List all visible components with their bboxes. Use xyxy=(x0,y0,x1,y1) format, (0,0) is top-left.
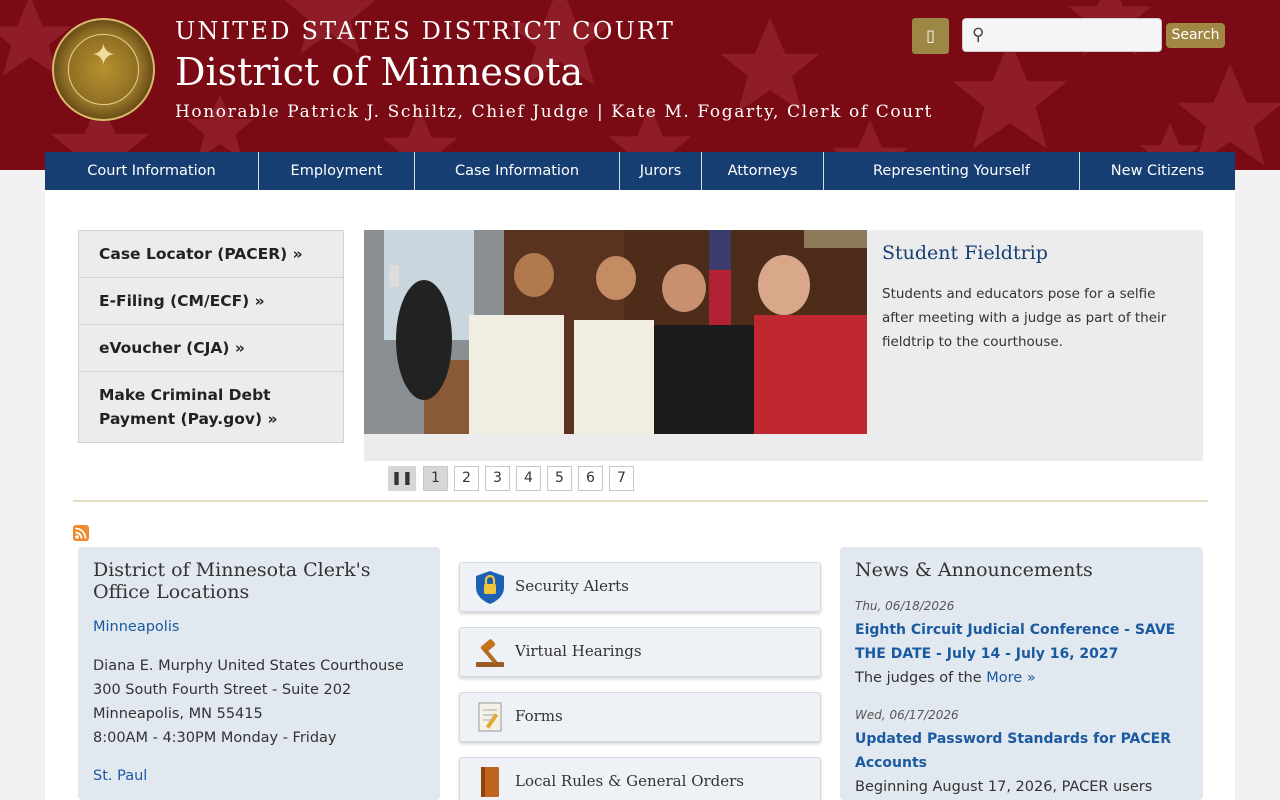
slide-pager: ❚❚ 1 2 3 4 5 6 7 xyxy=(388,466,640,491)
pause-icon[interactable]: ❚❚ xyxy=(388,466,416,491)
news-date: Wed, 06/17/2026 xyxy=(855,708,959,722)
tile-virtual-hearings[interactable]: Virtual Hearings xyxy=(459,627,821,677)
office-hours: 8:00AM - 4:30PM Monday - Friday xyxy=(93,730,337,746)
book-icon xyxy=(472,764,508,800)
news-headline-link[interactable]: Eighth Circuit Judicial Conference - SAV… xyxy=(855,618,1185,666)
slide-page-3[interactable]: 3 xyxy=(485,466,510,491)
slide-page-1[interactable]: 1 xyxy=(423,466,448,491)
district-name[interactable]: District of Minnesota xyxy=(175,50,583,94)
nav-representing-yourself[interactable]: Representing Yourself xyxy=(824,152,1080,190)
rss-feed-icon[interactable] xyxy=(73,525,89,541)
slide-page-5[interactable]: 5 xyxy=(547,466,572,491)
court-seal-logo[interactable]: ✦ xyxy=(52,18,155,121)
search-field[interactable]: ⚲ xyxy=(962,18,1162,52)
tile-label: Virtual Hearings xyxy=(515,642,642,660)
photo-illustration xyxy=(364,230,867,434)
slide-title[interactable]: Student Fieldtrip xyxy=(882,242,1048,264)
tile-local-rules[interactable]: Local Rules & General Orders xyxy=(459,757,821,800)
search-icon: ⚲ xyxy=(972,25,985,45)
grid-icon[interactable]: ▯ xyxy=(912,18,949,54)
address-city: Minneapolis, MN 55415 xyxy=(93,706,263,722)
slide-page-2[interactable]: 2 xyxy=(454,466,479,491)
location-link-minneapolis[interactable]: Minneapolis xyxy=(93,619,179,635)
tile-label: Security Alerts xyxy=(515,577,629,595)
news-heading: News & Announcements xyxy=(855,559,1093,581)
news-headline-link[interactable]: Updated Password Standards for PACER Acc… xyxy=(855,727,1185,775)
resource-tiles: Security Alerts Virtual Hearings Forms L… xyxy=(459,562,821,800)
court-title[interactable]: UNITED STATES DISTRICT COURT xyxy=(175,17,675,45)
main-navigation: Court Information Employment Case Inform… xyxy=(45,152,1235,190)
address-street: 300 South Fourth Street - Suite 202 xyxy=(93,682,352,698)
section-divider xyxy=(73,500,1208,502)
featured-slideshow: Student Fieldtrip Students and educators… xyxy=(364,230,1203,461)
news-date: Thu, 06/18/2026 xyxy=(855,599,955,613)
slide-page-6[interactable]: 6 xyxy=(578,466,603,491)
quick-links: Case Locator (PACER) » E-Filing (CM/ECF)… xyxy=(78,230,344,443)
quick-link-pacer[interactable]: Case Locator (PACER) » xyxy=(79,231,343,278)
judges-line: Honorable Patrick J. Schiltz, Chief Judg… xyxy=(175,102,933,122)
news-teaser: Beginning August 17, 2026, PACER users w… xyxy=(855,779,1153,795)
eagle-icon: ✦ xyxy=(90,38,117,73)
slide-photo[interactable] xyxy=(364,230,867,434)
slide-description: Students and educators pose for a selfie… xyxy=(882,286,1167,350)
nav-new-citizens[interactable]: New Citizens xyxy=(1080,152,1235,190)
nav-court-information[interactable]: Court Information xyxy=(45,152,259,190)
tile-label: Forms xyxy=(515,707,563,725)
news-teaser: The judges of the More » xyxy=(855,666,1185,690)
nav-case-information[interactable]: Case Information xyxy=(415,152,620,190)
quick-link-evoucher[interactable]: eVoucher (CJA) » xyxy=(79,325,343,372)
location-link-st-paul[interactable]: St. Paul xyxy=(93,768,147,784)
quick-link-pay-gov[interactable]: Make Criminal Debt Payment (Pay.gov) » xyxy=(79,372,343,442)
nav-attorneys[interactable]: Attorneys xyxy=(702,152,824,190)
locations-heading: District of Minnesota Clerk's Office Loc… xyxy=(93,559,371,603)
search-button[interactable]: Search xyxy=(1166,23,1225,48)
address-building: Diana E. Murphy United States Courthouse xyxy=(93,658,404,674)
news-more-link[interactable]: More » xyxy=(986,670,1035,686)
slide-page-4[interactable]: 4 xyxy=(516,466,541,491)
site-header: ✦ UNITED STATES DISTRICT COURT District … xyxy=(0,0,1280,170)
clerk-office-locations: District of Minnesota Clerk's Office Loc… xyxy=(78,547,440,800)
tile-label: Local Rules & General Orders xyxy=(515,772,745,790)
news-teaser-text: The judges of the xyxy=(855,670,982,686)
nav-jurors[interactable]: Jurors xyxy=(620,152,702,190)
quick-link-efiling[interactable]: E-Filing (CM/ECF) » xyxy=(79,278,343,325)
lock-shield-icon xyxy=(472,569,508,605)
slide-page-7[interactable]: 7 xyxy=(609,466,634,491)
gavel-icon xyxy=(472,634,508,670)
news-announcements: News & Announcements Thu, 06/18/2026 Eig… xyxy=(840,547,1203,800)
minneapolis-address: Diana E. Murphy United States Courthouse… xyxy=(93,654,404,750)
tile-security-alerts[interactable]: Security Alerts xyxy=(459,562,821,612)
tile-forms[interactable]: Forms xyxy=(459,692,821,742)
search-input[interactable] xyxy=(995,23,1155,47)
document-pencil-icon xyxy=(472,699,508,735)
nav-employment[interactable]: Employment xyxy=(259,152,415,190)
